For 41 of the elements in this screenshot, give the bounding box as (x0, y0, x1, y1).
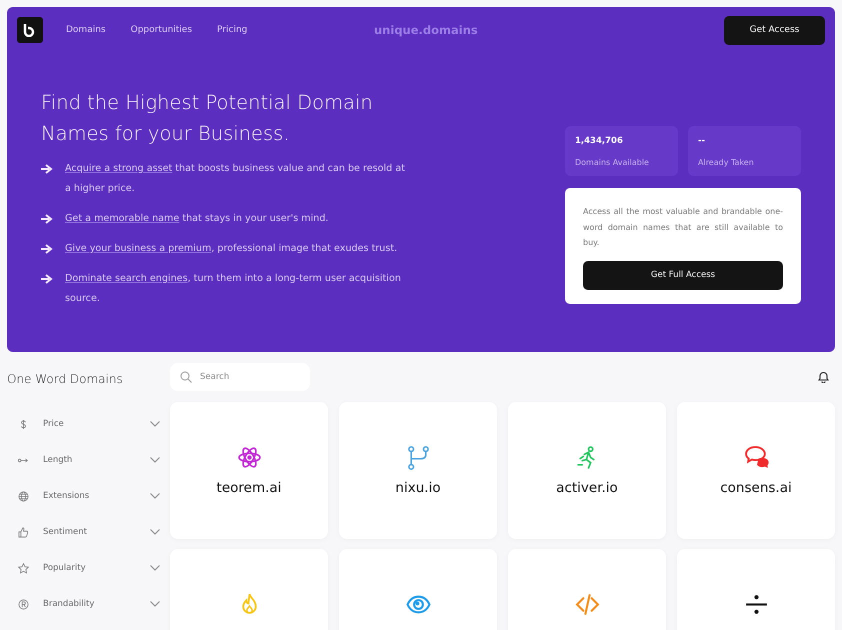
benefit-link[interactable]: Get a memorable name (65, 213, 180, 224)
domain-card[interactable]: teorem.ai (170, 402, 328, 539)
filter-item[interactable]: Price (7, 406, 160, 442)
notification-bell-icon[interactable] (818, 371, 829, 383)
domain-name: teorem.ai (216, 480, 282, 496)
logo-icon[interactable] (17, 17, 43, 43)
benefit-text: Get a memorable name that stays in your user's mind. (65, 212, 328, 226)
benefit-text: Give your business a premium, professional image that exudes trust. (65, 242, 398, 256)
domain-name: consens.ai (720, 480, 792, 496)
globe-icon (17, 490, 30, 502)
filter-item[interactable]: Sentiment (7, 514, 160, 550)
nav-link[interactable]: Opportunities (130, 25, 192, 35)
benefit-text: Dominate search engines, turn them into a long-term user acquisition source. (65, 272, 402, 306)
benefit-link[interactable]: Dominate search engines (65, 273, 188, 284)
benefit-text: Acquire a strong asset that boosts business value and can be resold at a higher price. (65, 162, 406, 196)
hero-heading: Find the Highest Potential Domain Names for your Business. (41, 90, 374, 147)
benefit-link[interactable]: Acquire a strong asset (65, 163, 172, 174)
filter-item[interactable]: Brandability (7, 586, 160, 622)
thumb-icon (17, 526, 30, 538)
section-title: One Word Domains (7, 372, 124, 386)
domain-card[interactable]: consens.ai (677, 402, 835, 539)
search-field[interactable]: Search (170, 363, 310, 391)
stat-value: -- (698, 136, 706, 146)
stat-label: Already Taken (698, 158, 755, 167)
domain-name: activer.io (556, 480, 618, 496)
get-access-button[interactable]: Get Access (724, 16, 825, 44)
registered-icon (17, 598, 30, 610)
star-icon (17, 562, 30, 574)
stat-value: 1,434,706 (575, 136, 624, 146)
get-full-access-button[interactable]: Get Full Access (583, 260, 783, 290)
domain-card[interactable]: nixu.io (339, 402, 497, 539)
domain-card[interactable]: activer.io (508, 402, 666, 539)
nav-link[interactable]: Pricing (217, 25, 248, 35)
filter-item[interactable]: Extensions (7, 478, 160, 514)
stat-label: Domains Available (575, 158, 650, 167)
benefit-link[interactable]: Give your business a premium (65, 243, 212, 254)
nav-link[interactable]: Domains (66, 25, 106, 35)
domain-name: nixu.io (395, 480, 441, 496)
filter-item[interactable]: Popularity (7, 550, 160, 586)
access-description: Access all the most valuable and brandable one-word domain names that are still available to buy. (583, 206, 783, 249)
filter-item[interactable]: Length (7, 442, 160, 478)
